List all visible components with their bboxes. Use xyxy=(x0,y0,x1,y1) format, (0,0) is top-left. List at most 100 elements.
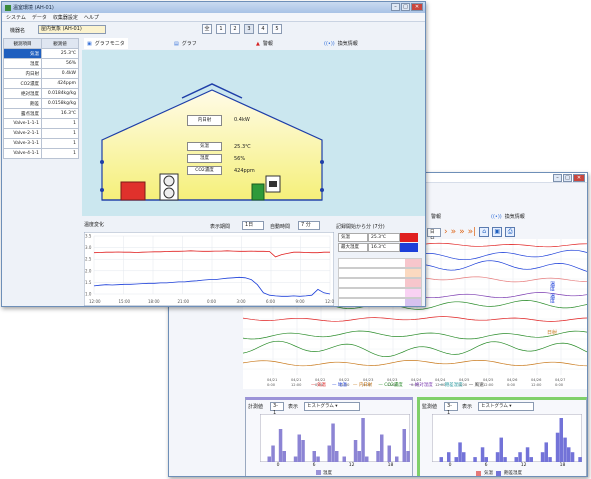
histogram-bar xyxy=(567,447,571,462)
page-button-3[interactable]: 3 xyxy=(244,24,254,34)
table-row[interactable]: 内日射 0.4kW xyxy=(3,68,79,79)
auto-time-value: 7 分 xyxy=(301,222,311,228)
hist-left-select[interactable]: ヒストグラム ▾ xyxy=(304,402,360,411)
reading-row: 気温 25.3℃ xyxy=(338,233,422,242)
side-sensor xyxy=(320,160,324,164)
close-button[interactable]: ✕ xyxy=(411,3,423,11)
histogram-bar xyxy=(555,432,560,462)
reading-value: 16.3℃ xyxy=(368,243,400,252)
app-icon xyxy=(5,4,11,11)
histogram-bar xyxy=(503,457,507,462)
co2-label: CO2濃度 xyxy=(187,166,222,175)
y-tick: 1.5 xyxy=(85,280,92,285)
last-icon[interactable]: »| xyxy=(468,227,477,237)
histogram-bar xyxy=(293,456,298,462)
interval-field[interactable]: 1日 xyxy=(242,221,264,230)
tab-ventilation[interactable]: ((•)) 換気情報 xyxy=(324,38,358,49)
home-icon[interactable]: ⌂ xyxy=(479,227,490,237)
page-button-2[interactable]: 2 xyxy=(230,24,240,34)
hist-right-select-value: ヒストグラム xyxy=(481,404,508,409)
tab-graph-monitor[interactable]: ▣ グラフモニタ xyxy=(84,38,128,49)
fan-icon xyxy=(163,187,175,199)
humidity-value: 56% xyxy=(234,156,246,162)
reading-swatch-blue xyxy=(400,243,418,252)
table-row[interactable]: Valve-1-1-1 1 xyxy=(3,118,79,129)
table-row[interactable]: 絶対湿度 0.0184kg/kg xyxy=(3,88,79,99)
sensor-name-cell: 絶対湿度 xyxy=(3,88,42,99)
histogram-bar xyxy=(518,452,522,462)
co2-unit xyxy=(251,183,265,201)
menu-system[interactable]: システム xyxy=(6,14,26,21)
menu-help[interactable]: ヘルプ xyxy=(84,14,99,21)
tab-ventilation[interactable]: ((•)) 換気情報 xyxy=(491,211,525,222)
next-icon[interactable]: » xyxy=(451,227,457,237)
hist-right-select[interactable]: ヒストグラム ▾ xyxy=(478,402,534,411)
y-tick: 3.5 xyxy=(85,234,92,239)
maximize-button[interactable]: □ xyxy=(401,3,410,11)
histogram-bar xyxy=(484,457,488,462)
sensor-value-cell: 0.4kW xyxy=(41,68,79,79)
menu-data[interactable]: データ xyxy=(32,14,47,21)
prev-icon[interactable]: › xyxy=(444,227,448,237)
histogram-bar xyxy=(447,452,451,462)
hist-left-field[interactable]: 3-1 xyxy=(270,402,284,416)
x-tick: 04/21 xyxy=(291,378,301,382)
page-label: 5 xyxy=(275,26,279,32)
tab-graph-label: グラフ xyxy=(181,41,197,47)
histogram-bar xyxy=(529,457,533,462)
page-all-button[interactable]: 全 xyxy=(202,24,212,34)
maximize-button[interactable]: □ xyxy=(563,174,572,182)
inner-radiation-label: 内日射 xyxy=(187,115,222,126)
histogram-bar xyxy=(540,452,545,462)
minimize-button[interactable]: – xyxy=(553,174,562,182)
table-row[interactable]: Valve-2-1-1 1 xyxy=(3,128,79,139)
y-tick: 1.0 xyxy=(85,292,92,297)
page-button-1[interactable]: 1 xyxy=(216,24,226,34)
sensor-display xyxy=(269,181,277,187)
sensor-value-cell: 1 xyxy=(41,138,79,149)
station-field[interactable]: 屋内気象 (AH-01) xyxy=(38,25,106,34)
table-row[interactable]: 飽差 0.0158kg/kg xyxy=(3,98,79,109)
table-row[interactable]: 気温 25.3℃ xyxy=(3,48,79,59)
days-select[interactable]: 日分 xyxy=(427,227,441,242)
table-row[interactable]: 湿度 56% xyxy=(3,58,79,69)
histogram-bar xyxy=(499,437,503,462)
tab-alarm[interactable]: 警報 xyxy=(431,211,441,222)
warning-icon: ▲ xyxy=(256,40,260,47)
hist-right-field[interactable]: 3-1 xyxy=(444,402,458,416)
reading-row: 最大湿度 16.3℃ xyxy=(338,243,422,252)
fast-forward-icon[interactable]: » xyxy=(459,227,465,237)
histogram-bar xyxy=(335,451,339,462)
close-button[interactable]: ✕ xyxy=(573,174,585,182)
hist-right-chart xyxy=(432,414,582,462)
x-tick: 04/26 xyxy=(531,378,542,382)
menu-collector-settings[interactable]: 収集器設定 xyxy=(53,14,78,21)
minimize-button[interactable]: – xyxy=(391,3,400,11)
histogram-panel-left: 計測値 3-1 表示 ヒストグラム ▾ 0 6 12 18 温度 xyxy=(245,397,413,476)
table-row[interactable]: 露点温度 16.3℃ xyxy=(3,108,79,119)
reading-label: 最大湿度 xyxy=(338,243,368,252)
table-header-cell: 観測値 xyxy=(41,38,79,49)
legend-item: — 内日射 xyxy=(352,383,373,388)
histogram-bar xyxy=(406,451,410,462)
tab-ventilation-label: 換気情報 xyxy=(337,41,358,47)
interval-value: 1日 xyxy=(245,222,254,228)
auto-time-field[interactable]: 7 分 xyxy=(298,221,320,230)
page-button-4[interactable]: 4 xyxy=(258,24,268,34)
histogram-bar xyxy=(544,442,548,462)
histogram-bar xyxy=(473,457,477,462)
page-button-5[interactable]: 5 xyxy=(272,24,282,34)
x-tick: 12 xyxy=(520,463,527,468)
table-row[interactable]: Valve-3-1-1 1 xyxy=(3,138,79,149)
histogram-bar xyxy=(495,452,500,462)
legend-item: — 風速 xyxy=(468,383,484,388)
histogram-bar xyxy=(267,456,271,462)
auto-time-label: 自動時間 xyxy=(270,224,291,230)
tab-graph[interactable]: ▤ グラフ xyxy=(174,38,197,49)
sensor-value-cell: 25.3℃ xyxy=(41,48,79,59)
table-row[interactable]: Valve-4-1-1 1 xyxy=(3,148,79,159)
tab-alarm[interactable]: ▲ 警報 xyxy=(256,38,273,49)
save-icon[interactable]: ▣ xyxy=(492,227,503,237)
table-row[interactable]: CO2濃度 424ppm xyxy=(3,78,79,89)
print-icon[interactable]: ⎙ xyxy=(505,227,516,237)
